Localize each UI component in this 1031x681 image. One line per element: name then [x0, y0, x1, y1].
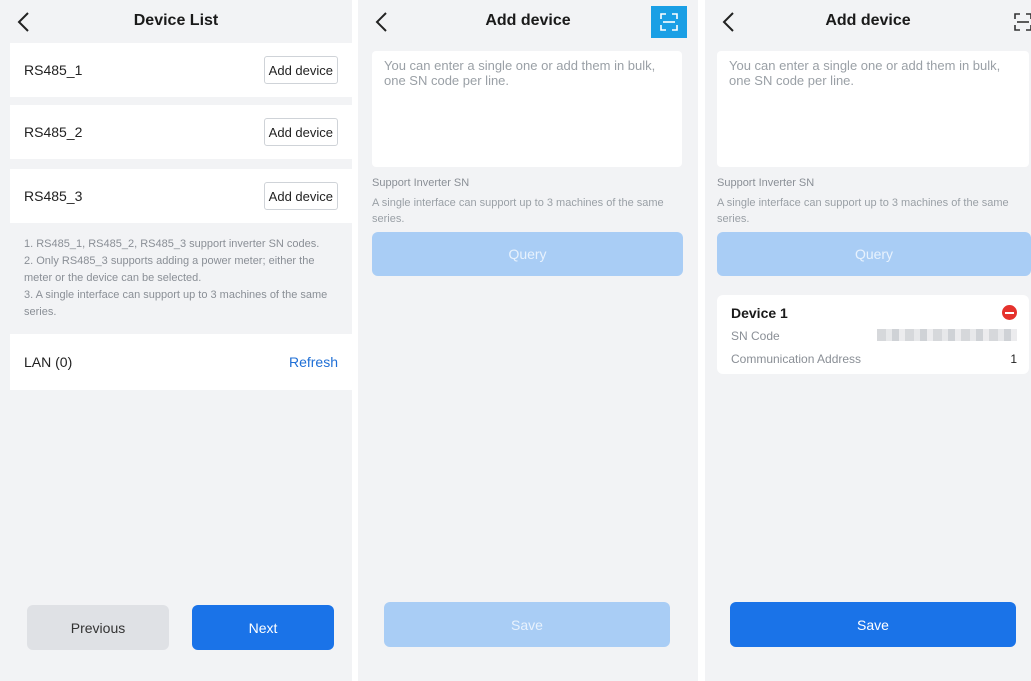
note-3: 3. A single interface can support up to …: [24, 289, 328, 318]
note-1: 1. RS485_1, RS485_2, RS485_3 support inv…: [24, 238, 320, 250]
save-button[interactable]: Save: [730, 602, 1016, 647]
refresh-link[interactable]: Refresh: [289, 354, 338, 370]
scan-icon: [660, 13, 678, 31]
device-list-screen: Device List RS485_1 Add device RS485_2 A…: [0, 0, 352, 681]
page-title: Add device: [825, 12, 911, 29]
support-desc: A single interface can support up to 3 m…: [717, 197, 1009, 225]
add-device-screen-filled: Add device You can enter a single one or…: [705, 0, 1031, 681]
lan-row: LAN (0) Refresh: [10, 334, 352, 390]
device-card: Device 1 SN Code Communication Address 1: [717, 295, 1029, 374]
device-title: Device 1: [731, 305, 788, 321]
support-title: Support Inverter SN: [717, 177, 815, 189]
next-button[interactable]: Next: [192, 605, 334, 650]
communication-address-label: Communication Address: [731, 352, 862, 366]
add-device-button[interactable]: Add device: [263, 182, 338, 210]
sn-placeholder: You can enter a single one or add them i…: [384, 58, 656, 88]
support-title: Support Inverter SN: [372, 177, 470, 189]
communication-address-value: 1: [1010, 352, 1017, 366]
scan-button[interactable]: [651, 6, 687, 38]
add-device-button[interactable]: Add device: [263, 118, 338, 146]
scan-icon: [1014, 13, 1031, 31]
support-desc: A single interface can support up to 3 m…: [372, 197, 664, 225]
port-name: RS485_1: [24, 62, 83, 78]
port-row-rs485-2: RS485_2 Add device: [10, 105, 352, 159]
port-row-rs485-3: RS485_3 Add device: [10, 169, 352, 223]
remove-device-icon[interactable]: [1002, 305, 1017, 320]
add-device-button[interactable]: Add device: [263, 56, 338, 84]
sn-code-value-redacted: [877, 329, 1017, 341]
previous-button[interactable]: Previous: [27, 605, 169, 650]
page-title: Device List: [133, 12, 219, 29]
sn-input[interactable]: You can enter a single one or add them i…: [372, 51, 682, 167]
note-2: 2. Only RS485_3 supports adding a power …: [24, 255, 315, 284]
lan-label: LAN (0): [24, 354, 73, 370]
query-button[interactable]: Query: [372, 232, 683, 276]
port-name: RS485_3: [24, 188, 83, 204]
port-name: RS485_2: [24, 124, 83, 140]
header: Add device: [358, 0, 698, 44]
save-button[interactable]: Save: [384, 602, 670, 647]
query-button[interactable]: Query: [717, 232, 1031, 276]
port-row-rs485-1: RS485_1 Add device: [10, 43, 352, 97]
sn-input[interactable]: You can enter a single one or add them i…: [717, 51, 1029, 167]
page-title: Add device: [485, 12, 571, 29]
notes: 1. RS485_1, RS485_2, RS485_3 support inv…: [24, 236, 338, 321]
sn-code-label: SN Code: [731, 329, 780, 343]
scan-button[interactable]: [1005, 6, 1031, 38]
header: Device List: [0, 0, 352, 44]
sn-placeholder: You can enter a single one or add them i…: [729, 58, 1001, 88]
add-device-screen-empty: Add device You can enter a single one or…: [358, 0, 698, 681]
header: Add device: [705, 0, 1031, 44]
